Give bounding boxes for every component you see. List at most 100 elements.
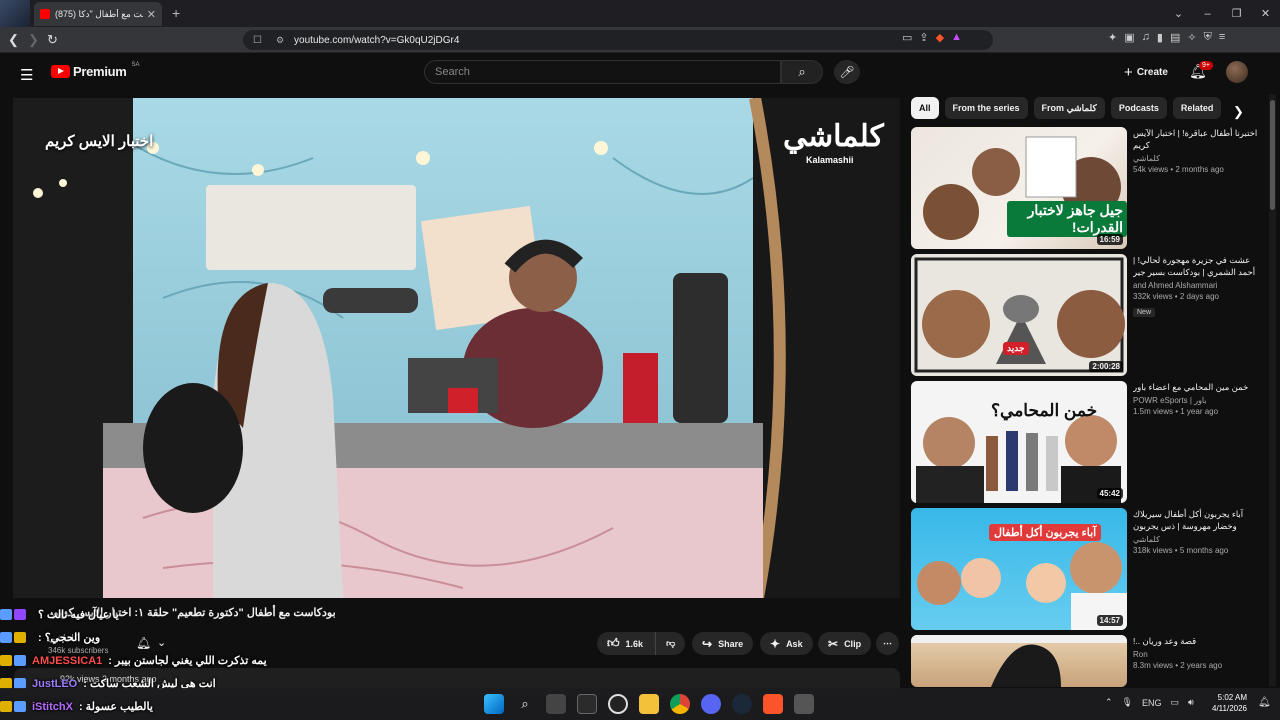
- discord-icon[interactable]: [701, 694, 721, 714]
- recommendation-title[interactable]: عشت في جزيرة مهجورة لحالي! | أحمد الشمري…: [1133, 254, 1261, 278]
- like-button[interactable]: 👍︎ 1.6k: [597, 632, 657, 655]
- url-bar[interactable]: ☐ ⚙ youtube.com/watch?v=Gk0qU2jDGr4: [243, 30, 993, 50]
- recommendation-channel[interactable]: كلماشي: [1133, 535, 1261, 544]
- share-page-icon[interactable]: ⇪: [919, 31, 928, 44]
- tab-search-button[interactable]: ⌄: [1164, 7, 1193, 20]
- bookmark-icon[interactable]: ☐: [253, 35, 262, 46]
- menu-icon[interactable]: ≡: [1219, 31, 1225, 44]
- notification-count-badge: 9+: [1199, 61, 1213, 70]
- recommendation-item[interactable]: جيل جاهز لاختبار القدرات! 16:59 اختبرنا …: [911, 127, 1266, 249]
- logo-text: Premium: [73, 64, 127, 79]
- screenshot-icon[interactable]: ▣: [1124, 31, 1134, 44]
- mic-tray-icon[interactable]: 🎙︎: [1122, 697, 1133, 708]
- search-icon[interactable]: ⌕: [515, 694, 535, 714]
- dislike-button[interactable]: 👎︎: [656, 632, 686, 655]
- account-avatar[interactable]: [1226, 61, 1248, 83]
- search-input[interactable]: Search: [424, 60, 781, 84]
- tray-overflow-icon[interactable]: ⌃: [1105, 697, 1113, 708]
- recommendation-item[interactable]: آباء يجربون أكل أطفال 14:57 آباء يجربون …: [911, 508, 1266, 630]
- site-info-icon[interactable]: ⚙: [276, 35, 284, 46]
- video-frame: [13, 98, 900, 598]
- chip-from-channel[interactable]: From كلماشي: [1033, 97, 1105, 119]
- recommendation-meta: خمن مين المحامي مع اعضاء باور POWR eSpor…: [1133, 381, 1261, 416]
- forward-arrow-icon[interactable]: ❯: [28, 32, 39, 48]
- recommendation-channel[interactable]: Ron: [1133, 650, 1261, 659]
- recommendation-channel[interactable]: and Ahmed Alshammari: [1133, 281, 1261, 290]
- video-thumbnail[interactable]: خمن المحامي؟ 45:42: [911, 381, 1127, 503]
- language-indicator[interactable]: ENG: [1142, 698, 1162, 708]
- recommendation-meta: عشت في جزيرة مهجورة لحالي! | أحمد الشمري…: [1133, 254, 1261, 319]
- voice-search-button[interactable]: 🎤︎: [834, 60, 860, 84]
- recommendation-title[interactable]: آباء يجربون أكل أطفال سيريلاك وخضار مهرو…: [1133, 508, 1261, 532]
- recommendation-item[interactable]: قصة وعد وريان ..! Ron 8.3m views • 2 yea…: [911, 635, 1266, 687]
- ask-label: Ask: [786, 638, 803, 649]
- volume-icon[interactable]: 🔊︎: [1188, 697, 1194, 708]
- video-player[interactable]: اختبار الايس كريم كلماشي Kalamashii: [13, 98, 900, 598]
- recommendation-title[interactable]: خمن مين المحامي مع اعضاء باور: [1133, 381, 1261, 393]
- thumbnail-art: [914, 257, 1125, 373]
- obs-icon[interactable]: [608, 694, 628, 714]
- reload-icon[interactable]: ↻: [47, 32, 58, 48]
- minimize-button[interactable]: –: [1193, 8, 1222, 20]
- tab-title: (875) بودكاست مع أطفال "دكا: [55, 8, 143, 19]
- ask-button[interactable]: ✦ Ask: [760, 632, 813, 655]
- close-window-button[interactable]: ✕: [1251, 7, 1280, 20]
- back-arrow-icon[interactable]: ❮: [8, 32, 19, 48]
- brave-icon[interactable]: [763, 694, 783, 714]
- file-explorer-icon[interactable]: [639, 694, 659, 714]
- system-clock[interactable]: 5:02 AM 4/11/2026: [1212, 692, 1247, 714]
- video-thumbnail[interactable]: جديد 2:00:28: [911, 254, 1127, 376]
- guide-menu-icon[interactable]: ☰: [20, 66, 33, 84]
- recommendation-title[interactable]: قصة وعد وريان ..!: [1133, 635, 1261, 647]
- extensions-toolbar: ✦ ▣ ♫ ▮ ▤ ✧ ⛨ ≡: [1108, 31, 1225, 44]
- create-button[interactable]: + Create: [1116, 60, 1176, 84]
- recommendation-item[interactable]: جديد 2:00:28 عشت في جزيرة مهجورة لحالي! …: [911, 254, 1266, 376]
- recommendation-title[interactable]: اختبرنا أطفال عباقرة! | اختبار الآيس كري…: [1133, 127, 1261, 151]
- browser-tab[interactable]: (875) بودكاست مع أطفال "دكا ✕: [34, 2, 162, 26]
- video-thumbnail[interactable]: [911, 635, 1127, 687]
- video-thumbnail[interactable]: جيل جاهز لاختبار القدرات! 16:59: [911, 127, 1127, 249]
- chrome-icon[interactable]: [670, 694, 690, 714]
- video-thumbnail[interactable]: آباء يجربون أكل أطفال 14:57: [911, 508, 1127, 630]
- url-text[interactable]: youtube.com/watch?v=Gk0qU2jDGr4: [294, 35, 459, 46]
- cast-icon[interactable]: ▭: [902, 31, 912, 44]
- scrollbar-thumb[interactable]: [1270, 100, 1275, 210]
- chip-related[interactable]: Related: [1172, 97, 1222, 119]
- sidebar-icon[interactable]: ▮: [1157, 31, 1163, 44]
- maximize-button[interactable]: ❐: [1222, 7, 1251, 20]
- store-icon[interactable]: [577, 694, 597, 714]
- start-menu-icon[interactable]: [484, 694, 504, 714]
- tab-close-icon[interactable]: ✕: [147, 8, 156, 21]
- chips-next-arrow-icon[interactable]: ❯: [1233, 104, 1244, 120]
- more-actions-button[interactable]: ⋯: [876, 632, 899, 655]
- clip-button[interactable]: ✂ Clip: [818, 632, 872, 655]
- bell-subscribed-icon[interactable]: 🔔︎: [136, 636, 151, 650]
- ai-icon[interactable]: ✧: [1187, 31, 1196, 44]
- music-icon[interactable]: ♫: [1142, 31, 1150, 44]
- wallet-icon[interactable]: ▤: [1170, 31, 1180, 44]
- rewards-icon[interactable]: ▲: [951, 31, 962, 44]
- channel-watermark-latin: Kalamashii: [806, 155, 854, 165]
- network-icon[interactable]: ▭: [1171, 697, 1180, 708]
- vpn-icon[interactable]: ⛨: [1204, 31, 1212, 44]
- page-scrollbar[interactable]: [1269, 94, 1276, 686]
- task-view-icon[interactable]: [546, 694, 566, 714]
- extensions-icon[interactable]: ✦: [1108, 31, 1117, 44]
- youtube-logo[interactable]: Premium SA: [51, 62, 140, 79]
- brave-shield-icon[interactable]: ◆: [936, 31, 944, 44]
- recommendation-item[interactable]: خمن المحامي؟ 45:42 خمن مين المحامي مع اع…: [911, 381, 1266, 503]
- recommendation-channel[interactable]: كلماشي: [1133, 154, 1261, 163]
- steam-icon[interactable]: [732, 694, 752, 714]
- notification-center-icon[interactable]: 🔔︎: [1258, 697, 1271, 708]
- chip-all[interactable]: All: [911, 97, 939, 119]
- recommendation-views: 332k views • 2 days ago: [1133, 292, 1219, 301]
- chip-podcasts[interactable]: Podcasts: [1110, 97, 1167, 119]
- chevron-down-icon[interactable]: ⌄: [157, 636, 166, 649]
- new-tab-button[interactable]: +: [172, 5, 180, 21]
- chip-from-series[interactable]: From the series: [944, 97, 1028, 119]
- app-icon[interactable]: [794, 694, 814, 714]
- profile-avatar[interactable]: [0, 0, 30, 27]
- search-button[interactable]: ⌕: [781, 60, 823, 84]
- share-button[interactable]: ↪ Share: [692, 632, 754, 655]
- recommendation-channel[interactable]: POWR eSports | باور: [1133, 396, 1261, 405]
